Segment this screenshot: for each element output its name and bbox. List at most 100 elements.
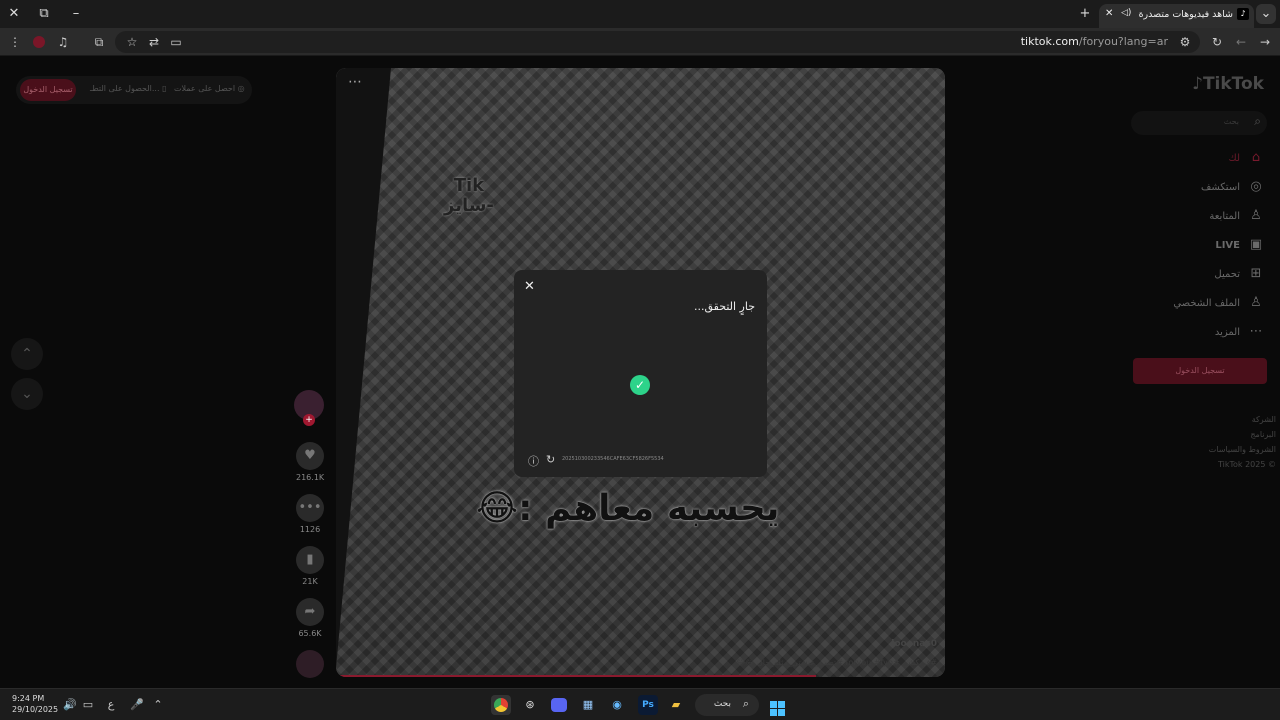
sidebar-item-following[interactable]: المتابعة ♙	[1209, 204, 1264, 228]
previous-video-button[interactable]: ⌃	[11, 338, 43, 370]
minimize-window-button[interactable]: –	[66, 4, 86, 24]
sidebar-item-label: لك	[1228, 152, 1240, 164]
window-titlebar: ✕ ⧉ – + ✕ ◁) شاهد فيديوهات متصدرة | ‎تيك…	[0, 0, 1280, 28]
clock-time: 9:24 PM	[12, 694, 45, 703]
desktop-taskbar-icon[interactable]: ▦	[578, 695, 598, 715]
sidebar-item-label: تحميل	[1214, 268, 1240, 280]
search-icon: ⌕	[742, 697, 749, 710]
sidebar-item-upload[interactable]: تحميل ⊞	[1214, 262, 1264, 286]
verification-modal: ✕ جارٍ التحقق... ✓ ⓘ ↻ 202510300233546CA…	[514, 270, 767, 477]
footer-copyright: TikTok 2025 ©	[1218, 460, 1276, 469]
forward-icon[interactable]: →	[1256, 33, 1274, 51]
coin-icon: ◎	[237, 84, 245, 93]
header-actions: تسجيل الدخول الحصول على التطـ... ▯ احصل …	[16, 76, 252, 104]
profile-avatar-icon[interactable]	[30, 33, 48, 51]
get-app-link[interactable]: الحصول على التطـ... ▯	[90, 84, 166, 93]
close-icon[interactable]: ✕	[524, 279, 535, 294]
next-video-button[interactable]: ⌄	[11, 378, 43, 410]
sidebar-login-button[interactable]: تسجيل الدخول	[1133, 358, 1267, 384]
tab-close-icon[interactable]: ✕	[1105, 8, 1113, 19]
video-hashtags[interactable]: #فريكشن #foryou #fyp #تصب_عيشتي_مثله_حال…	[736, 658, 937, 667]
comment-action[interactable]: ••• 1126	[296, 494, 324, 534]
tab-search-button[interactable]: ⌄	[1256, 4, 1276, 24]
creator-avatar[interactable]: +	[294, 390, 324, 426]
search-icon[interactable]: ⌕	[1254, 114, 1261, 129]
profile-icon: ♙	[1250, 295, 1262, 310]
input-language[interactable]: ع	[101, 695, 121, 715]
sidebar-item-profile[interactable]: الملف الشخصي ♙	[1173, 291, 1264, 315]
get-coins-link[interactable]: احصل على عملات ◎	[174, 84, 245, 93]
info-icon[interactable]: ⓘ	[528, 453, 539, 469]
more-icon: ⋯	[1249, 324, 1263, 339]
omnibox[interactable]: ☆ ⇄ ▭ tiktok.com/foryou?lang=ar ⚙	[115, 31, 1200, 53]
share-action[interactable]: ➦ 65.6K	[296, 598, 324, 638]
extensions-icon[interactable]: ⧉	[90, 33, 108, 51]
sidebar-item-live[interactable]: LIVE ▣	[1215, 233, 1264, 257]
search-placeholder: بحث	[1223, 117, 1239, 126]
tiktok-logo-icon: ♪	[1192, 74, 1203, 94]
close-window-button[interactable]: ✕	[4, 4, 24, 24]
translate-icon[interactable]: ⇄	[145, 33, 163, 51]
browser-tab[interactable]: ✕ ◁) شاهد فيديوهات متصدرة | ‎تيك ♪	[1099, 4, 1254, 28]
footer-company-link[interactable]: الشركة	[1209, 412, 1276, 427]
following-icon: ♙	[1250, 208, 1262, 223]
discord-taskbar-icon[interactable]	[549, 695, 569, 715]
tiktok-logo[interactable]: ♪TikTok	[1192, 74, 1264, 94]
sidebar-item-label: الملف الشخصي	[1173, 297, 1240, 309]
photoshop-taskbar-icon[interactable]: Ps	[638, 695, 658, 715]
clock-date: 29/10/2025	[12, 705, 59, 714]
bookmark-icon[interactable]: ▮	[296, 546, 324, 574]
music-disc-avatar[interactable]	[296, 650, 324, 678]
follow-plus-icon[interactable]: +	[303, 414, 315, 426]
network-icon[interactable]: ▭	[78, 695, 98, 715]
tray-chevron-icon[interactable]: ⌃	[148, 695, 168, 715]
url-path: /foryou?lang=ar	[1078, 35, 1168, 48]
app-taskbar-icon[interactable]: ⊛	[520, 695, 540, 715]
clock[interactable]: 9:24 PM 29/10/2025	[12, 693, 58, 715]
share-icon[interactable]: ➦	[296, 598, 324, 626]
cast-icon[interactable]: ▭	[167, 33, 185, 51]
sidebar-footer: الشركة البرنامج الشروط والسياسات TikTok …	[1209, 412, 1276, 472]
sidebar-item-for-you[interactable]: لك ⌂	[1229, 146, 1264, 170]
reload-icon[interactable]: ↻	[1208, 33, 1226, 51]
volume-icon[interactable]: 🔊	[60, 695, 80, 715]
footer-terms-link[interactable]: الشروط والسياسات	[1209, 442, 1276, 457]
file-explorer-icon[interactable]: ▰	[666, 695, 686, 715]
like-action[interactable]: ♥ 216.1K	[296, 442, 324, 482]
back-icon[interactable]: ←	[1232, 33, 1250, 51]
sidebar-item-label: LIVE	[1215, 239, 1240, 251]
save-action[interactable]: ▮ 21K	[296, 546, 324, 586]
sidebar-item-more[interactable]: المزيد ⋯	[1215, 320, 1264, 344]
search-input[interactable]: بحث ⌕	[1131, 111, 1267, 135]
video-progress-bar[interactable]	[336, 675, 816, 677]
comment-count: 1126	[299, 525, 321, 534]
restore-window-button[interactable]: ⧉	[34, 4, 54, 24]
sidebar-item-label: المتابعة	[1209, 210, 1240, 222]
video-more-icon[interactable]: ⋯	[348, 74, 362, 90]
header-login-button[interactable]: تسجيل الدخول	[20, 79, 76, 101]
sidebar-item-explore[interactable]: استكشف ◎	[1201, 175, 1264, 199]
like-count: 216.1K	[296, 473, 325, 482]
bookmark-star-icon[interactable]: ☆	[123, 33, 141, 51]
site-settings-icon[interactable]: ⚙	[1176, 33, 1194, 51]
browser-menu-icon[interactable]: ⋮	[6, 33, 24, 51]
sidebar-item-label: استكشف	[1201, 181, 1240, 193]
url-text[interactable]: tiktok.com/foryou?lang=ar	[1021, 35, 1168, 48]
refresh-icon[interactable]: ↻	[546, 453, 555, 466]
edge-taskbar-icon[interactable]: ◉	[607, 695, 627, 715]
tab-audio-icon[interactable]: ◁)	[1121, 8, 1131, 18]
media-control-icon[interactable]: ♫	[54, 33, 72, 51]
footer-program-link[interactable]: البرنامج	[1209, 427, 1276, 442]
tiktok-logo-text: TikTok	[1202, 74, 1264, 94]
new-tab-button[interactable]: +	[1075, 4, 1095, 24]
video-username[interactable]: looonas0	[891, 639, 937, 649]
taskbar-search[interactable]: ⌕ بحث	[695, 694, 759, 716]
chrome-taskbar-icon[interactable]	[491, 695, 511, 715]
microphone-icon[interactable]: 🎤	[127, 695, 147, 715]
start-button[interactable]	[767, 695, 787, 716]
url-host: tiktok.com	[1020, 35, 1079, 48]
check-success-icon: ✓	[630, 375, 650, 395]
heart-icon[interactable]: ♥	[296, 442, 324, 470]
video-watermark: Tik سايز-	[444, 175, 494, 216]
comment-icon[interactable]: •••	[296, 494, 324, 522]
